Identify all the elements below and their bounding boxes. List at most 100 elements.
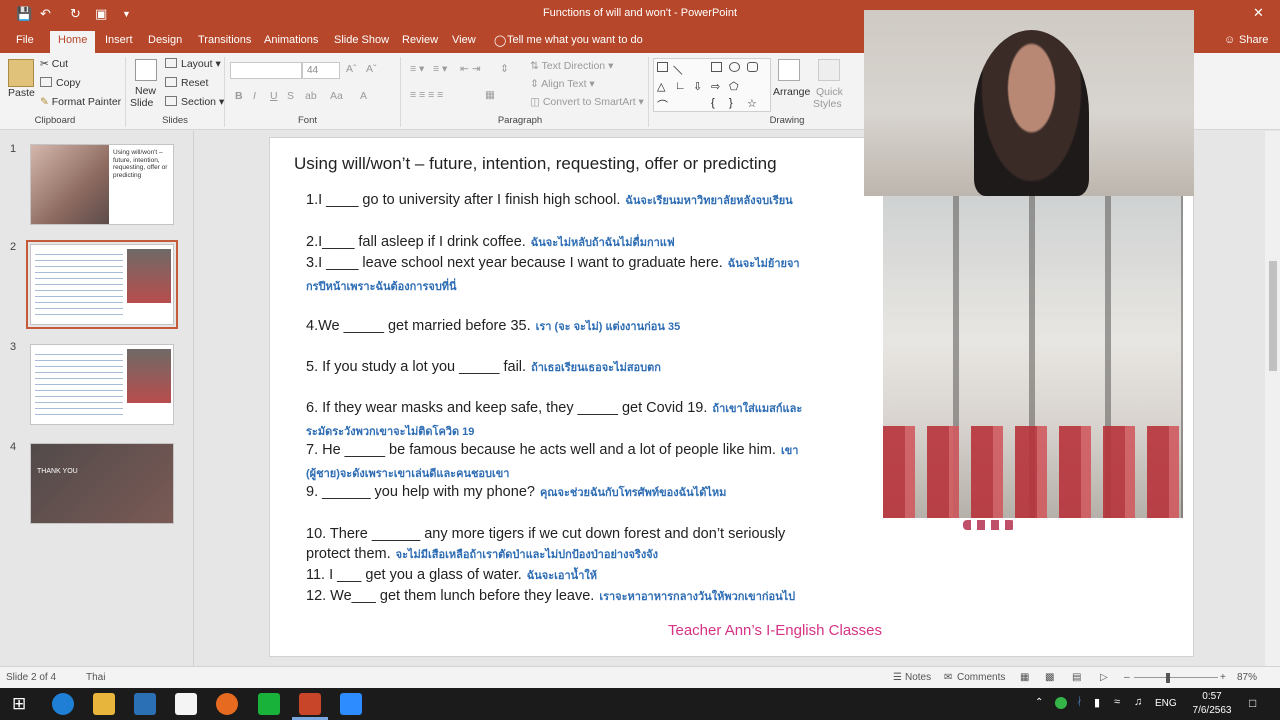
strikethrough-button[interactable]: S	[287, 90, 294, 102]
slide-title[interactable]: Using will/won’t – future, intention, re…	[294, 154, 777, 174]
file-explorer-icon[interactable]	[93, 693, 115, 715]
classroom-photo[interactable]	[883, 196, 1183, 518]
sentence-10-cont[interactable]: protect them. จะไม่มีเสือเหลือถ้าเราตัดป่…	[306, 545, 658, 563]
slideshow-icon[interactable]: ▷	[1100, 672, 1108, 683]
arrow-shape-icon[interactable]: ⇩	[693, 80, 704, 93]
paste-button[interactable]: Paste	[8, 87, 35, 99]
brace-right-shape-icon[interactable]: }	[729, 97, 740, 109]
numbering-icon[interactable]: ≡ ▾	[433, 63, 447, 75]
copy-button[interactable]: Copy	[40, 77, 81, 89]
tab-file[interactable]: File	[16, 34, 34, 46]
font-size-input[interactable]: 44	[302, 62, 340, 79]
arrange-button[interactable]: Arrange	[773, 86, 810, 98]
powerpoint-icon[interactable]	[299, 693, 321, 715]
scrollbar-thumb[interactable]	[1269, 261, 1277, 371]
slide-sorter-icon[interactable]: ▩	[1045, 672, 1054, 683]
tab-slide-show[interactable]: Slide Show	[334, 34, 389, 46]
bullets-icon[interactable]: ≡ ▾	[410, 63, 424, 75]
tray-app-icon[interactable]	[1055, 697, 1067, 709]
sentence-3[interactable]: 3.I ____ leave school next year because …	[306, 254, 800, 272]
star-shape-icon[interactable]: ☆	[747, 97, 758, 110]
zoom-out-icon[interactable]: –	[1124, 672, 1130, 683]
sentence-4[interactable]: 4.We _____ get married before 35. เรา (จะ…	[306, 317, 680, 335]
pentagon-shape-icon[interactable]: ⬠	[729, 80, 740, 93]
elbow-connector-icon[interactable]: ∟	[675, 80, 686, 92]
line-app-icon[interactable]	[258, 693, 280, 715]
tab-transitions[interactable]: Transitions	[198, 34, 251, 46]
close-window-icon[interactable]: ✕	[1253, 5, 1264, 21]
shapes-gallery[interactable]: △ ∟ ⇩ ⇨ ⬠ ⌒ { } ☆	[653, 58, 771, 112]
input-language[interactable]: ENG	[1155, 698, 1177, 709]
clock-date[interactable]: 7/6/2563	[1190, 705, 1234, 716]
edge-icon[interactable]	[52, 693, 74, 715]
slide-thumbnail-3[interactable]	[30, 344, 174, 425]
zoom-app-icon[interactable]	[340, 693, 362, 715]
text-direction-button[interactable]: ⇅ Text Direction ▾	[530, 60, 613, 72]
cut-button[interactable]: ✂ Cut	[40, 58, 68, 70]
line-shape-icon[interactable]	[673, 59, 689, 75]
volume-icon[interactable]: ♫	[1134, 696, 1142, 708]
vertical-scrollbar[interactable]	[1265, 131, 1280, 666]
comments-button[interactable]: Comments	[957, 672, 1005, 683]
zoom-slider[interactable]	[1134, 677, 1218, 678]
arc-shape-icon[interactable]: ⌒	[657, 97, 668, 112]
char-spacing-icon[interactable]: ab	[305, 90, 317, 102]
new-slide-icon[interactable]	[135, 59, 157, 81]
notes-icon[interactable]: ☰	[893, 672, 902, 683]
arrange-icon[interactable]	[778, 59, 800, 81]
clock-time[interactable]: 0:57	[1190, 691, 1234, 702]
sentence-5[interactable]: 5. If you study a lot you _____ fail. ถ้า…	[306, 358, 661, 376]
language-indicator[interactable]: Thai	[86, 672, 105, 683]
sentence-12[interactable]: 12. We___ get them lunch before they lea…	[306, 587, 795, 605]
bluetooth-icon[interactable]: ᛅ	[1076, 696, 1083, 708]
rectangle-shape-icon[interactable]	[711, 62, 722, 72]
grow-font-icon[interactable]: Aˆ	[346, 63, 357, 75]
bold-button[interactable]: B	[235, 90, 243, 102]
format-painter-button[interactable]: ✎ Format Painter	[40, 96, 121, 108]
indent-icon[interactable]: ⇤ ⇥	[460, 63, 481, 75]
share-button[interactable]: Share	[1239, 34, 1268, 46]
font-name-input[interactable]	[230, 62, 302, 79]
rounded-rect-shape-icon[interactable]	[747, 62, 758, 72]
comments-icon[interactable]: ✉	[944, 672, 952, 683]
sentence-1[interactable]: 1.I ____ go to university after I finish…	[306, 191, 793, 209]
tab-animations[interactable]: Animations	[264, 34, 318, 46]
sentence-11[interactable]: 11. I ___ get you a glass of water. ฉันจะ…	[306, 566, 597, 584]
tab-review[interactable]: Review	[402, 34, 438, 46]
quick-styles-button[interactable]: Quick	[816, 86, 843, 98]
normal-view-icon[interactable]: ▦	[1020, 672, 1029, 683]
notifications-icon[interactable]: □	[1249, 696, 1256, 710]
brace-shape-icon[interactable]: {	[711, 97, 722, 109]
new-slide-button[interactable]: New	[135, 85, 156, 97]
zoom-level[interactable]: 87%	[1237, 672, 1257, 683]
zoom-in-icon[interactable]: +	[1220, 672, 1226, 683]
line-spacing-icon[interactable]: ⇕	[500, 63, 509, 75]
sentence-7[interactable]: 7. He _____ be famous because he acts we…	[306, 441, 798, 459]
sentence-10[interactable]: 10. There ______ any more tigers if we c…	[306, 526, 785, 542]
font-color-icon[interactable]: A	[360, 90, 367, 102]
tab-design[interactable]: Design	[148, 34, 182, 46]
shrink-font-icon[interactable]: Aˇ	[366, 63, 377, 75]
mail-icon[interactable]	[175, 693, 197, 715]
slide-canvas[interactable]: Using will/won’t – future, intention, re…	[269, 137, 1194, 657]
footer-text[interactable]: Teacher Ann’s I-English Classes	[668, 622, 882, 639]
zoom-slider-thumb[interactable]	[1166, 673, 1170, 683]
columns-icon[interactable]: ▦	[485, 89, 495, 101]
slide-thumbnail-4[interactable]: THANK YOU	[30, 443, 174, 524]
section-button[interactable]: Section ▾	[165, 96, 224, 108]
notes-button[interactable]: Notes	[905, 672, 931, 683]
textbox-shape-icon[interactable]	[657, 62, 668, 72]
sentence-9[interactable]: 9. ______ you help with my phone? คุณจะช่…	[306, 483, 726, 501]
wifi-icon[interactable]: ≈	[1114, 696, 1120, 708]
battery-icon[interactable]: ▮	[1094, 696, 1100, 709]
change-case-icon[interactable]: Aa	[330, 90, 343, 102]
share-icon[interactable]: ☺	[1224, 34, 1235, 46]
clipboard-icon[interactable]	[8, 59, 34, 87]
new-slide-button-line2[interactable]: Slide	[130, 97, 153, 109]
italic-button[interactable]: I	[253, 90, 256, 102]
slide-thumbnail-2[interactable]	[26, 240, 178, 329]
quick-styles-button-line2[interactable]: Styles	[813, 98, 842, 110]
align-text-button[interactable]: ⇕ Align Text ▾	[530, 78, 595, 90]
smartart-button[interactable]: ◫ Convert to SmartArt ▾	[530, 96, 644, 108]
tab-home[interactable]: Home	[50, 31, 96, 53]
